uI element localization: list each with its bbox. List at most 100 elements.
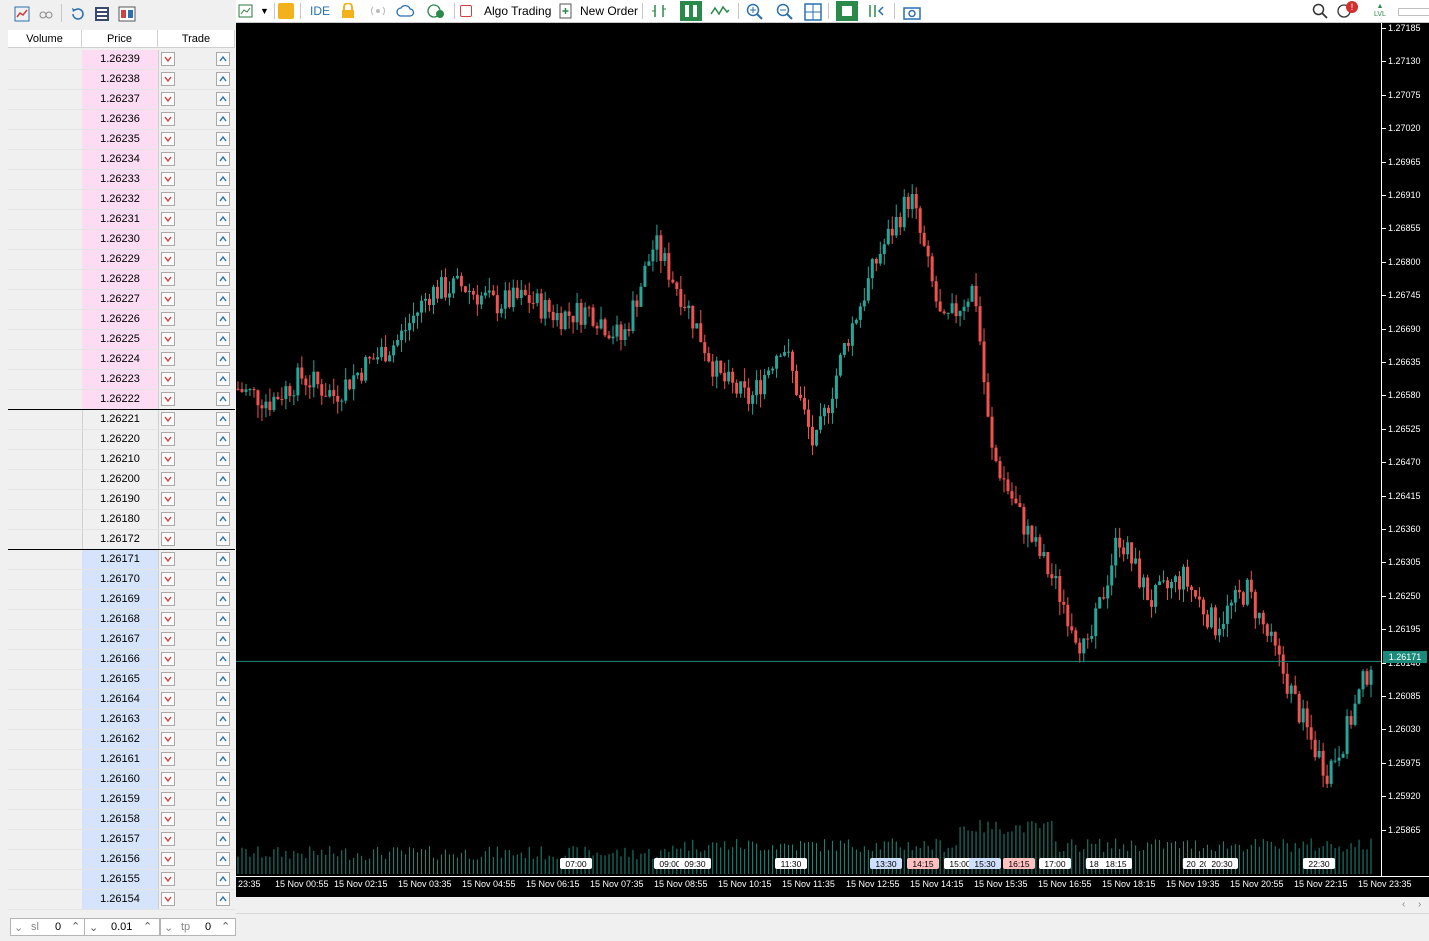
- buy-limit-button[interactable]: [216, 212, 230, 226]
- trade-panel-icon[interactable]: [118, 6, 136, 22]
- list-view-icon[interactable]: [94, 6, 110, 22]
- price-cell[interactable]: 1.26168: [82, 610, 159, 629]
- price-cell[interactable]: 1.26227: [82, 290, 159, 309]
- price-cell[interactable]: 1.26157: [82, 830, 159, 849]
- sell-limit-button[interactable]: [161, 512, 175, 526]
- buy-limit-button[interactable]: [216, 52, 230, 66]
- chevron-down-icon[interactable]: ⌄: [89, 921, 98, 934]
- sell-limit-button[interactable]: [161, 872, 175, 886]
- volume-spinner[interactable]: ⌄ 0.01 ⌃: [84, 918, 160, 936]
- buy-limit-button[interactable]: [216, 332, 230, 346]
- price-cell[interactable]: 1.26230: [82, 230, 159, 249]
- sell-limit-button[interactable]: [161, 52, 175, 66]
- buy-limit-button[interactable]: [216, 252, 230, 266]
- zoom-out-button[interactable]: [776, 0, 793, 22]
- event-marker[interactable]: 22:30: [1303, 858, 1335, 869]
- buy-limit-button[interactable]: [216, 432, 230, 446]
- buy-limit-button[interactable]: [216, 612, 230, 626]
- sell-limit-button[interactable]: [161, 232, 175, 246]
- price-cell[interactable]: 1.26237: [82, 90, 159, 109]
- glasses-icon[interactable]: [38, 6, 54, 22]
- sell-limit-button[interactable]: [161, 652, 175, 666]
- buy-limit-button[interactable]: [216, 232, 230, 246]
- chevron-up-icon[interactable]: ⌃: [71, 920, 80, 933]
- buy-limit-button[interactable]: [216, 712, 230, 726]
- price-cell[interactable]: 1.26233: [82, 170, 159, 189]
- buy-limit-button[interactable]: [216, 552, 230, 566]
- sell-limit-button[interactable]: [161, 112, 175, 126]
- price-cell[interactable]: 1.26155: [82, 870, 159, 889]
- price-cell[interactable]: 1.26169: [82, 590, 159, 609]
- sell-limit-button[interactable]: [161, 212, 175, 226]
- event-marker[interactable]: 18:15: [1100, 858, 1132, 869]
- event-marker[interactable]: 13:30: [870, 858, 902, 869]
- time-scale[interactable]: 23:35 15 Nov 00:55 15 Nov 02:15 15 Nov 03:3…: [236, 876, 1429, 897]
- chart-shift-button[interactable]: [866, 0, 886, 22]
- price-cell[interactable]: 1.26232: [82, 190, 159, 209]
- buy-limit-button[interactable]: [216, 472, 230, 486]
- event-marker[interactable]: 15:30: [969, 858, 1001, 869]
- price-cell[interactable]: 1.26160: [82, 770, 159, 789]
- cloud-button[interactable]: [396, 0, 416, 22]
- price-cell[interactable]: 1.26154: [82, 890, 159, 909]
- sell-limit-button[interactable]: [161, 72, 175, 86]
- buy-limit-button[interactable]: [216, 812, 230, 826]
- tp-spinner[interactable]: ⌄ tp 0 ⌃: [160, 918, 236, 936]
- price-cell[interactable]: 1.26223: [82, 370, 159, 389]
- event-marker[interactable]: 09:30: [679, 858, 711, 869]
- buy-limit-button[interactable]: [216, 412, 230, 426]
- sell-limit-button[interactable]: [161, 272, 175, 286]
- price-cell[interactable]: 1.26180: [82, 510, 159, 529]
- buy-limit-button[interactable]: [216, 832, 230, 846]
- buy-limit-button[interactable]: [216, 72, 230, 86]
- sell-limit-button[interactable]: [161, 632, 175, 646]
- price-cell[interactable]: 1.26220: [82, 430, 159, 449]
- sell-limit-button[interactable]: [161, 732, 175, 746]
- buy-limit-button[interactable]: [216, 892, 230, 906]
- buy-limit-button[interactable]: [216, 372, 230, 386]
- price-cell[interactable]: 1.26234: [82, 150, 159, 169]
- buy-limit-button[interactable]: [216, 572, 230, 586]
- buy-limit-button[interactable]: [216, 752, 230, 766]
- buy-limit-button[interactable]: [216, 772, 230, 786]
- chevron-up-icon[interactable]: ⌃: [143, 920, 152, 933]
- buy-limit-button[interactable]: [216, 532, 230, 546]
- price-cell[interactable]: 1.26235: [82, 130, 159, 149]
- sell-limit-button[interactable]: [161, 312, 175, 326]
- sell-limit-button[interactable]: [161, 432, 175, 446]
- sell-limit-button[interactable]: [161, 412, 175, 426]
- sell-limit-button[interactable]: [161, 672, 175, 686]
- sell-limit-button[interactable]: [161, 452, 175, 466]
- bar-chart-button[interactable]: [650, 0, 670, 22]
- line-chart-button[interactable]: [710, 0, 730, 22]
- buy-limit-button[interactable]: [216, 512, 230, 526]
- sell-limit-button[interactable]: [161, 552, 175, 566]
- buy-limit-button[interactable]: [216, 632, 230, 646]
- event-marker[interactable]: 18: [1085, 858, 1103, 869]
- sell-limit-button[interactable]: [161, 692, 175, 706]
- event-marker[interactable]: 11:30: [775, 858, 807, 869]
- buy-limit-button[interactable]: [216, 452, 230, 466]
- tile-windows-button[interactable]: [804, 0, 822, 22]
- sell-limit-button[interactable]: [161, 392, 175, 406]
- price-cell[interactable]: 1.26224: [82, 350, 159, 369]
- sell-limit-button[interactable]: [161, 92, 175, 106]
- sell-limit-button[interactable]: [161, 612, 175, 626]
- price-cell[interactable]: 1.26163: [82, 710, 159, 729]
- sell-limit-button[interactable]: [161, 332, 175, 346]
- horizontal-scrollbar[interactable]: ‹ ›: [236, 899, 1429, 914]
- price-cell[interactable]: 1.26225: [82, 330, 159, 349]
- sell-limit-button[interactable]: [161, 192, 175, 206]
- screenshot-button[interactable]: [902, 0, 922, 22]
- event-marker[interactable]: 16:15: [1003, 858, 1035, 869]
- price-cell[interactable]: 1.26190: [82, 490, 159, 509]
- price-cell[interactable]: 1.26236: [82, 110, 159, 129]
- notifications-button[interactable]: !: [1336, 0, 1358, 22]
- sell-limit-button[interactable]: [161, 292, 175, 306]
- sell-limit-button[interactable]: [161, 492, 175, 506]
- event-marker[interactable]: 17:00: [1039, 858, 1071, 869]
- price-cell[interactable]: 1.26172: [82, 530, 159, 549]
- refresh-icon[interactable]: [70, 6, 86, 22]
- price-cell[interactable]: 1.26158: [82, 810, 159, 829]
- buy-limit-button[interactable]: [216, 92, 230, 106]
